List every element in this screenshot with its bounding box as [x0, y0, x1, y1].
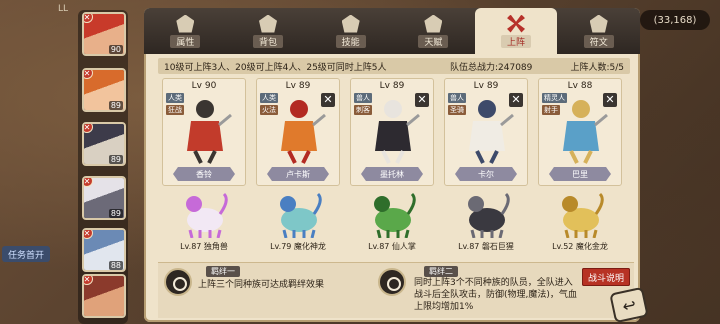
pet-label: Lv.52 魔化金龙	[552, 242, 608, 251]
lineup-card[interactable]: Lv 89 兽人 刺客 ✕ 墨托林	[350, 78, 434, 186]
hero-name: 墨托林	[361, 167, 423, 181]
hero-name: 卢卡斯	[267, 167, 329, 181]
lineup-rule-text: 10级可上阵3人、20级可上阵4人、25级可同时上阵5人	[164, 62, 387, 73]
tab-2[interactable]: 技能	[309, 8, 392, 54]
hero-figure	[563, 100, 608, 164]
lineup-card[interactable]: Lv 89 人类 火法 ✕ 卢卡斯	[256, 78, 340, 186]
tab-4[interactable]: 上阵	[474, 8, 558, 54]
bond-one-title: 羁绊一	[206, 266, 240, 277]
lineup-card[interactable]: Lv 90 人类 狂战 香铃	[162, 78, 246, 186]
tab-3[interactable]: 天赋	[392, 8, 475, 54]
hero-level: 89	[108, 155, 123, 164]
card-level: Lv 89	[285, 81, 311, 91]
hero-level: 90	[108, 45, 123, 54]
talent-icon	[424, 14, 443, 33]
hero-name: 巴里	[549, 167, 611, 181]
pet-label: Lv.79 魔化神龙	[270, 242, 326, 251]
hero-name: 卡尔	[455, 167, 517, 181]
pet-figure	[280, 192, 322, 238]
tab-bar: 属性 背包 技能 天赋 上阵 符文	[144, 8, 640, 54]
bond-two-desc-line1: 同时上阵3个不同种族的队员，全队进入	[414, 278, 573, 288]
hero-figure	[375, 100, 420, 164]
hero-figure	[469, 100, 514, 164]
tab-5[interactable]: 符文	[557, 8, 640, 54]
lineup-count: 上阵人数:5/5	[570, 62, 624, 73]
back-arrow-icon: ↩	[620, 294, 638, 316]
world-top-text: LL	[58, 4, 69, 14]
pet-slot[interactable]: Lv.87 磐石巨猩	[444, 190, 528, 254]
hero-level: 89	[108, 209, 123, 218]
hero-figure	[281, 100, 326, 164]
bond-one-desc: 上阵三个同种族可达成羁绊效果	[198, 280, 325, 290]
hero-slot[interactable]: ✕ 88	[82, 228, 126, 272]
bag-icon	[259, 14, 277, 33]
hero-level: 88	[108, 261, 123, 270]
card-level: Lv 89	[379, 81, 405, 91]
pet-slot[interactable]: Lv.52 魔化金龙	[538, 190, 622, 254]
rune-icon	[589, 14, 608, 33]
hero-level: 89	[108, 101, 123, 110]
pet-figure	[374, 192, 416, 238]
pet-slot[interactable]: Lv.87 独角兽	[162, 190, 246, 254]
pet-slot[interactable]: Lv.87 仙人掌	[350, 190, 434, 254]
pet-figure	[186, 192, 228, 238]
bond-two-desc-line3: 上限均增加1%	[414, 302, 474, 312]
coordinate-pill: (33,168)	[640, 10, 710, 30]
card-level: Lv 88	[567, 81, 593, 91]
bond-two-desc-line2: 战斗后全队攻击，防御(物理,魔法)，气血	[414, 290, 577, 300]
tab-1[interactable]: 背包	[227, 8, 310, 54]
pet-figure	[562, 192, 604, 238]
pet-label: Lv.87 磐石巨猩	[458, 242, 514, 251]
hero-slot[interactable]: ✕ 89	[82, 122, 126, 166]
lineup-card[interactable]: Lv 88 精灵人 射手 ✕ 巴里	[538, 78, 622, 186]
bond-two-icon[interactable]	[378, 268, 406, 296]
tab-label: 技能	[335, 34, 366, 48]
hero-slot[interactable]: ✕ 89	[82, 68, 126, 112]
hero-name: 香铃	[173, 167, 235, 181]
card-level: Lv 89	[473, 81, 499, 91]
skill-book-icon	[341, 14, 360, 33]
tab-label: 属性	[170, 34, 201, 48]
tab-label: 天赋	[418, 34, 449, 48]
tab-label: 背包	[253, 34, 284, 48]
lineup-card[interactable]: Lv 89 兽人 圣骑 ✕ 卡尔	[444, 78, 528, 186]
team-power: 队伍总战力:247089	[450, 62, 533, 73]
pet-label: Lv.87 仙人掌	[368, 242, 416, 251]
hero-slot[interactable]: ✕ 90	[82, 12, 126, 56]
task-tag[interactable]: 任务首开	[2, 246, 50, 262]
tab-0[interactable]: 属性	[144, 8, 227, 54]
pet-slot[interactable]: Lv.79 魔化神龙	[256, 190, 340, 254]
hero-figure	[187, 100, 232, 164]
attribute-icon	[176, 14, 195, 33]
crossed-swords-icon	[507, 14, 526, 33]
card-level: Lv 90	[191, 81, 217, 91]
bond-two-title: 羁绊二	[424, 266, 458, 277]
pet-figure	[468, 192, 510, 238]
lineup-info-bar: 10级可上阵3人、20级可上阵4人、25级可同时上阵5人 队伍总战力:24708…	[158, 58, 630, 74]
tab-label: 上阵	[501, 34, 532, 48]
tab-label: 符文	[583, 34, 614, 48]
hero-slot[interactable]: ✕	[82, 274, 126, 318]
hero-slot[interactable]: ✕ 89	[82, 176, 126, 220]
battle-info-button[interactable]: 战斗说明	[582, 268, 630, 286]
bond-one-icon[interactable]	[164, 268, 192, 296]
pet-label: Lv.87 独角兽	[180, 242, 228, 251]
